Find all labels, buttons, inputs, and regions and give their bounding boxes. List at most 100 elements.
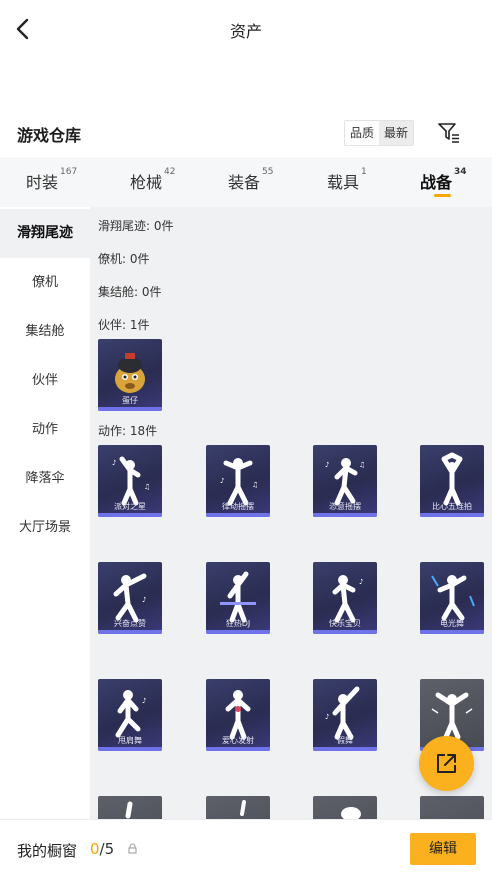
tab-label: 装备 [228, 173, 261, 192]
item-name: 狂热DJ [225, 619, 251, 628]
edit-button[interactable]: 编辑 [410, 833, 476, 865]
tab-label: 载具 [327, 173, 360, 192]
rarity-stripe [313, 747, 377, 751]
svg-text:♪: ♪ [142, 596, 146, 604]
item-card[interactable] [98, 796, 162, 819]
item-card[interactable]: 蛋仔 [98, 339, 162, 411]
item-card[interactable]: ♪ 甩肩舞 [98, 679, 162, 751]
dancer-figure-image [240, 800, 246, 816]
tab-fashion[interactable]: 时装167 [26, 167, 78, 193]
item-card[interactable]: ♪ ♫ 派对之星 [98, 445, 162, 517]
tab-combat-gear[interactable]: 战备34 [420, 167, 467, 193]
category-actions: 动作: 18件 [98, 424, 158, 438]
share-button[interactable] [419, 736, 474, 791]
rarity-stripe [420, 513, 484, 517]
svg-text:♪: ♪ [359, 578, 363, 586]
tab-count: 167 [60, 167, 78, 177]
sidebar-item-parachute[interactable]: 降落伞 [0, 454, 90, 503]
sort-newest-button[interactable]: 最新 [379, 121, 414, 145]
showcase-current: 0 [90, 840, 100, 858]
showcase-total: /5 [99, 840, 115, 858]
sidebar-item-wingman[interactable]: 僚机 [0, 258, 90, 307]
item-card[interactable] [420, 796, 484, 819]
item-card[interactable] [313, 796, 377, 819]
item-name: 蛋仔 [122, 396, 138, 405]
svg-text:♫: ♫ [252, 481, 258, 489]
tab-count: 34 [454, 167, 467, 177]
item-name: 电光舞 [440, 619, 464, 628]
tab-label: 战备 [420, 173, 453, 192]
section-title: 游戏仓库 [17, 126, 82, 145]
item-name: 派对之星 [114, 502, 146, 511]
rarity-stripe [206, 630, 270, 634]
svg-text:♪: ♪ [220, 477, 224, 485]
item-card[interactable]: 比心五连拍 [420, 445, 484, 517]
showcase-label: 我的橱窗 [17, 842, 78, 860]
rarity-stripe [420, 630, 484, 634]
item-card[interactable]: 狂热DJ [206, 562, 270, 634]
item-card[interactable]: 爱心发射 [206, 679, 270, 751]
rarity-stripe [206, 513, 270, 517]
item-name: 兴奋点赞 [114, 619, 146, 628]
dancer-figure-image [125, 801, 133, 819]
sidebar-item-pod[interactable]: 集结舱 [0, 307, 90, 356]
tab-equipment[interactable]: 装备55 [228, 167, 274, 193]
active-tab-indicator [434, 194, 451, 197]
rarity-stripe [98, 407, 162, 411]
tab-count: 42 [164, 167, 176, 177]
rarity-stripe [98, 747, 162, 751]
sidebar-item-actions[interactable]: 动作 [0, 405, 90, 454]
category-glide-trail: 滑翔尾迹: 0件 [98, 219, 174, 233]
filter-button[interactable] [437, 120, 461, 144]
item-card[interactable]: 电光舞 [420, 562, 484, 634]
item-card[interactable]: ♪ 假舞 [313, 679, 377, 751]
svg-text:♪: ♪ [142, 697, 146, 705]
rarity-stripe [98, 513, 162, 517]
category-wingman: 僚机: 0件 [98, 252, 150, 266]
tab-count: 55 [262, 167, 274, 177]
tab-guns[interactable]: 枪械42 [130, 167, 176, 193]
item-name: 甩肩舞 [118, 736, 142, 745]
top-bar: 资产 [0, 0, 492, 58]
showcase-count: 0/5 [90, 840, 114, 858]
category-tabs: 时装167 枪械42 装备55 载具1 战备34 [0, 157, 492, 207]
item-card[interactable]: ♪ 快乐宝贝 [313, 562, 377, 634]
warehouse-header: 游戏仓库 品质 最新 [0, 112, 492, 156]
item-name: 比心五连拍 [432, 502, 472, 511]
rarity-stripe [98, 630, 162, 634]
category-pod: 集结舱: 0件 [98, 285, 162, 299]
item-panel: 滑翔尾迹: 0件 僚机: 0件 集结舱: 0件 伙伴: 1件 蛋仔 动作: 18… [90, 207, 492, 819]
filter-icon [438, 123, 459, 143]
svg-text:♪: ♪ [325, 713, 329, 721]
sidebar: 滑翔尾迹 僚机 集结舱 伙伴 动作 降落伞 大厅场景 [0, 207, 90, 827]
item-name: 爱心发射 [222, 736, 254, 745]
tab-label: 时装 [26, 173, 59, 192]
sidebar-item-glide-trail[interactable]: 滑翔尾迹 [0, 209, 90, 258]
page-title: 资产 [229, 22, 262, 41]
item-card[interactable]: ♪ ♫ 律动摇摆 [206, 445, 270, 517]
tab-label: 枪械 [130, 173, 163, 192]
sort-quality-button[interactable]: 品质 [345, 121, 380, 145]
category-partner: 伙伴: 1件 [98, 318, 150, 332]
sidebar-item-lobby-scene[interactable]: 大厅场景 [0, 503, 90, 552]
bottom-bar: 我的橱窗 0/5 编辑 [0, 819, 492, 876]
sort-toggle: 品质 最新 [344, 120, 415, 146]
dancer-figure-image [341, 807, 361, 819]
tab-vehicles[interactable]: 载具1 [327, 167, 367, 193]
item-name: 假舞 [337, 736, 353, 745]
item-card[interactable]: ♪ 兴奋点赞 [98, 562, 162, 634]
svg-text:♪: ♪ [112, 459, 116, 467]
svg-text:♫: ♫ [359, 461, 365, 469]
svg-text:♪: ♪ [325, 461, 329, 469]
lock-icon [128, 843, 137, 854]
tab-count: 1 [361, 167, 367, 177]
sidebar-item-partner[interactable]: 伙伴 [0, 356, 90, 405]
rarity-stripe [313, 630, 377, 634]
item-name: 律动摇摆 [222, 502, 254, 511]
svg-text:♫: ♫ [144, 483, 150, 491]
share-external-icon [437, 754, 456, 773]
rarity-stripe [313, 513, 377, 517]
item-name: 快乐宝贝 [329, 619, 361, 628]
item-card[interactable] [206, 796, 270, 819]
item-card[interactable]: ♪ ♫ 恣意摇摆 [313, 445, 377, 517]
